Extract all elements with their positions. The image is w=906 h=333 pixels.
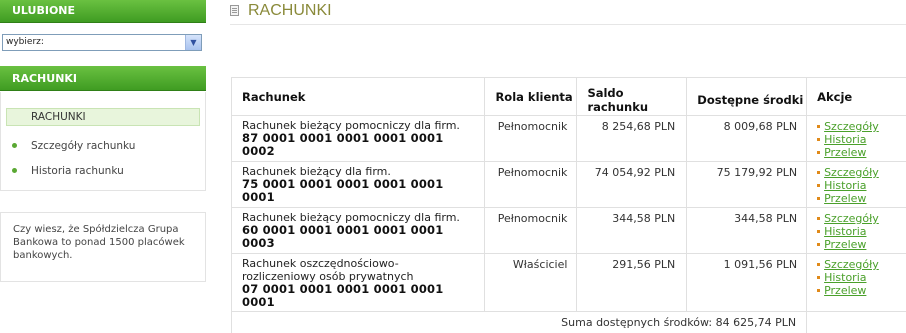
role-cell: Właściciel: [484, 253, 578, 312]
actions-cell: Szczegóły Historia Przelew: [806, 253, 906, 312]
actions-cell: Szczegóły Historia Przelew: [806, 115, 906, 162]
document-icon: [230, 5, 239, 16]
transfer-link[interactable]: Przelew: [817, 192, 898, 205]
column-header-balance: Saldo rachunku: [576, 77, 688, 116]
account-cell: Rachunek oszczędnościowo- rozliczeniowy …: [230, 253, 486, 312]
details-link[interactable]: Szczegóły: [817, 166, 898, 179]
column-header-actions: Akcje: [806, 77, 906, 116]
account-cell: Rachunek bieżący pomocniczy dla firm. 60…: [230, 207, 486, 254]
role-cell: Pełnomocnik: [484, 115, 578, 162]
history-link[interactable]: Historia: [817, 179, 898, 192]
accounts-header: RACHUNKI: [0, 66, 206, 91]
column-header-account: Rachunek: [230, 77, 486, 116]
available-cell: 8 009,68 PLN: [686, 115, 808, 162]
sidebar: ULUBIONE wybierz: ▼ RACHUNKI RACHUNKI Sz…: [0, 0, 206, 333]
transfer-link[interactable]: Przelew: [817, 238, 898, 251]
bullet-icon: [12, 167, 17, 173]
info-box: Czy wiesz, że Spółdzielcza Grupa Bankowa…: [0, 212, 206, 282]
role-cell: Pełnomocnik: [484, 207, 578, 254]
details-link[interactable]: Szczegóły: [817, 120, 898, 133]
role-cell: Pełnomocnik: [484, 161, 578, 208]
balance-cell: 8 254,68 PLN: [576, 115, 688, 162]
history-link[interactable]: Historia: [817, 271, 898, 284]
total-row-empty: [806, 311, 906, 333]
table-row: Rachunek bieżący pomocniczy dla firm. 87…: [230, 115, 906, 162]
history-link[interactable]: Historia: [817, 225, 898, 238]
account-cell: Rachunek bieżący dla firm. 75 0001 0001 …: [230, 161, 486, 208]
accounts-table: Rachunek Rola klienta Saldo rachunku Dos…: [230, 77, 906, 333]
history-link[interactable]: Historia: [817, 133, 898, 146]
account-number: 87 0001 0001 0001 0001 0001 0002: [242, 131, 444, 158]
total-row: Suma dostępnych środków: 84 625,74 PLN: [230, 311, 906, 333]
table-row: Rachunek oszczędnościowo- rozliczeniowy …: [230, 253, 906, 312]
column-header-role: Rola klienta: [484, 77, 578, 116]
chevron-down-icon[interactable]: ▼: [185, 35, 201, 50]
available-cell: 1 091,56 PLN: [686, 253, 808, 312]
account-number: 07 0001 0001 0001 0001 0001 0001: [242, 282, 444, 309]
actions-cell: Szczegóły Historia Przelew: [806, 161, 906, 208]
menu-item-label: Szczegóły rachunku: [31, 140, 136, 152]
table-row: Rachunek bieżący dla firm. 75 0001 0001 …: [230, 161, 906, 208]
transfer-link[interactable]: Przelew: [817, 284, 898, 297]
details-link[interactable]: Szczegóły: [817, 212, 898, 225]
bullet-icon: [12, 142, 17, 148]
menu-item-account-details[interactable]: Szczegóły rachunku: [12, 139, 135, 153]
account-cell: Rachunek bieżący pomocniczy dla firm. 87…: [230, 115, 486, 162]
page-title: RACHUNKI: [248, 2, 332, 19]
available-cell: 75 179,92 PLN: [686, 161, 808, 208]
available-cell: 344,58 PLN: [686, 207, 808, 254]
details-link[interactable]: Szczegóły: [817, 258, 898, 271]
menu-item-rachunki[interactable]: RACHUNKI: [6, 108, 200, 126]
menu-item-label: Historia rachunku: [31, 165, 124, 177]
balance-cell: 344,58 PLN: [576, 207, 688, 254]
account-number: 75 0001 0001 0001 0001 0001 0001: [242, 177, 444, 204]
total-available: Suma dostępnych środków: 84 625,74 PLN: [230, 311, 808, 333]
balance-cell: 74 054,92 PLN: [576, 161, 688, 208]
favorites-header: ULUBIONE: [0, 0, 206, 23]
favorites-select[interactable]: wybierz: ▼: [2, 34, 202, 51]
account-number: 60 0001 0001 0001 0001 0001 0003: [242, 223, 444, 250]
actions-cell: Szczegóły Historia Przelew: [806, 207, 906, 254]
page-header: RACHUNKI: [230, 0, 906, 25]
table-header-row: Rachunek Rola klienta Saldo rachunku Dos…: [230, 77, 906, 116]
menu-item-account-history[interactable]: Historia rachunku: [12, 164, 124, 178]
accounts-menu: RACHUNKI Szczegóły rachunku Historia rac…: [0, 92, 206, 191]
account-name-line1: Rachunek oszczędnościowo-: [242, 257, 399, 270]
column-header-available: Dostępne środki: [686, 77, 808, 116]
table-row: Rachunek bieżący pomocniczy dla firm. 60…: [230, 207, 906, 254]
transfer-link[interactable]: Przelew: [817, 146, 898, 159]
balance-cell: 291,56 PLN: [576, 253, 688, 312]
favorites-select-value: wybierz:: [6, 37, 44, 47]
